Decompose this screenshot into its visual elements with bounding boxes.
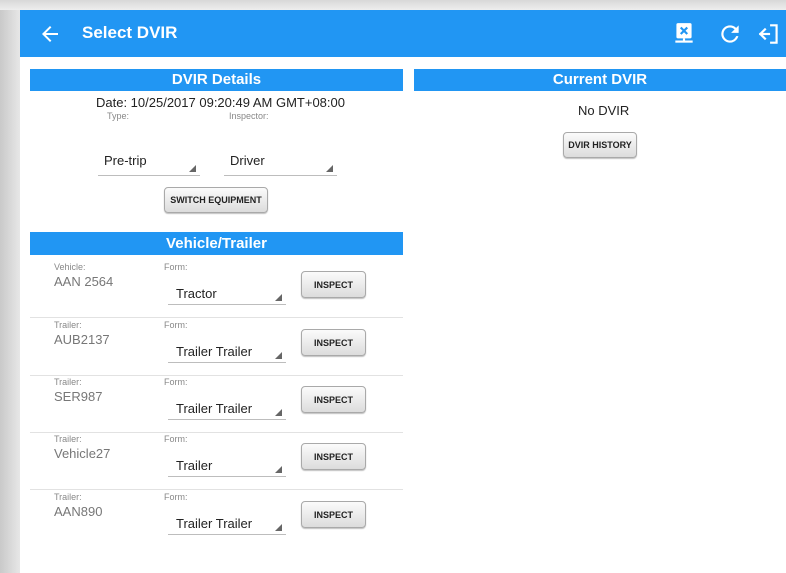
dvir-history-button[interactable]: DVIR HISTORY	[563, 132, 637, 158]
arrow-left-icon[interactable]	[38, 22, 62, 46]
form-dropdown[interactable]: Trailer Trailer	[168, 391, 286, 420]
form-value: Trailer	[176, 458, 213, 473]
type-value: Pre-trip	[104, 153, 147, 168]
form-value: Trailer Trailer	[176, 344, 253, 359]
inspector-dropdown[interactable]: Driver	[224, 149, 337, 176]
type-label: Type:	[107, 111, 130, 121]
current-dvir-header: Current DVIR	[414, 69, 786, 91]
dropdown-arrow-icon	[275, 409, 282, 416]
inspect-button[interactable]: INSPECT	[301, 271, 366, 298]
equipment-name: SER987	[54, 389, 103, 404]
equipment-name: Vehicle27	[54, 446, 111, 461]
page-title: Select DVIR	[82, 23, 178, 42]
type-label: Trailer:	[54, 434, 82, 444]
form-value: Trailer Trailer	[176, 401, 253, 416]
trailer-row: Trailer: SER987 Form: Trailer Trailer IN…	[30, 375, 403, 433]
status-bar-shadow	[0, 0, 786, 10]
trailer-row: Trailer: AAN890 Form: Trailer Trailer IN…	[30, 490, 403, 547]
inspect-button[interactable]: INSPECT	[301, 443, 366, 470]
inspector-value: Driver	[230, 153, 265, 168]
equipment-name: AUB2137	[54, 332, 110, 347]
trailer-row: Trailer: AUB2137 Form: Trailer Trailer I…	[30, 318, 403, 376]
screen-edge-shadow	[0, 0, 20, 573]
dropdown-arrow-icon	[275, 524, 282, 531]
type-dropdown[interactable]: Pre-trip	[98, 149, 200, 176]
form-dropdown[interactable]: Trailer Trailer	[168, 506, 286, 535]
dvir-date: Date: 10/25/2017 09:20:49 AM GMT+08:00	[96, 95, 345, 110]
dropdown-arrow-icon	[189, 165, 196, 172]
app-bar: Select DVIR	[20, 10, 786, 57]
form-label: Form:	[164, 262, 188, 272]
form-value: Trailer Trailer	[176, 516, 253, 531]
type-label: Trailer:	[54, 492, 82, 502]
trailer-row: Trailer: Vehicle27 Form: Trailer INSPECT	[30, 432, 403, 490]
equipment-name: AAN890	[54, 504, 103, 519]
form-value: Tractor	[176, 286, 217, 301]
vehicle-row: Vehicle: AAN 2564 Form: Tractor INSPECT	[30, 260, 403, 318]
form-dropdown[interactable]: Trailer	[168, 448, 286, 477]
form-label: Form:	[164, 320, 188, 330]
current-dvir-status: No DVIR	[578, 103, 630, 118]
form-dropdown[interactable]: Tractor	[168, 276, 286, 305]
refresh-icon[interactable]	[717, 21, 743, 47]
type-label: Trailer:	[54, 320, 82, 330]
vehicle-trailer-header: Vehicle/Trailer	[30, 232, 403, 255]
form-dropdown[interactable]: Trailer Trailer	[168, 334, 286, 363]
dropdown-arrow-icon	[275, 294, 282, 301]
clear-dvir-icon[interactable]	[671, 21, 697, 47]
inspector-label: Inspector:	[229, 111, 269, 121]
dropdown-arrow-icon	[275, 466, 282, 473]
form-label: Form:	[164, 492, 188, 502]
logout-icon[interactable]	[756, 21, 782, 47]
dropdown-arrow-icon	[326, 165, 333, 172]
dvir-details-header: DVIR Details	[30, 69, 403, 91]
form-label: Form:	[164, 377, 188, 387]
equipment-name: AAN 2564	[54, 274, 114, 289]
form-label: Form:	[164, 434, 188, 444]
app-screen: Select DVIR DVIR Details Date: 10/25/201…	[20, 10, 786, 573]
inspect-button[interactable]: INSPECT	[301, 501, 366, 528]
type-label: Trailer:	[54, 377, 82, 387]
dropdown-arrow-icon	[275, 352, 282, 359]
type-label: Vehicle:	[54, 262, 86, 272]
inspect-button[interactable]: INSPECT	[301, 329, 366, 356]
inspect-button[interactable]: INSPECT	[301, 386, 366, 413]
switch-equipment-button[interactable]: SWITCH EQUIPMENT	[164, 187, 268, 213]
